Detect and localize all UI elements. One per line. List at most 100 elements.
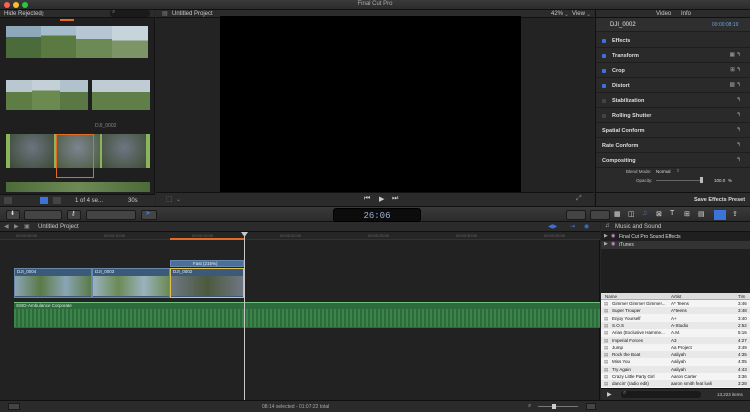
tree-item-sound-effects[interactable]: ▶ ◉ Final Cut Pro Sound Effects bbox=[601, 233, 750, 241]
themes-browser-icon[interactable]: ▤ bbox=[698, 210, 705, 218]
grid-view-icon[interactable] bbox=[53, 197, 61, 204]
track-row[interactable]: ▤ Arias (Exclusive Hamme... A.M. 5:16 bbox=[601, 329, 750, 337]
transform-icon[interactable]: ⬚ bbox=[166, 195, 173, 203]
clip-thumbnail-row[interactable] bbox=[92, 80, 150, 110]
inspector-row-distort[interactable]: Distort ▨ ↰ bbox=[596, 79, 750, 93]
track-row[interactable]: ▤ Rock the Boat Aaliyah 4:35 bbox=[601, 351, 750, 359]
tab-info[interactable]: Info bbox=[681, 11, 691, 17]
viewer-menu-icon[interactable]: ▤ bbox=[162, 10, 168, 17]
tree-item-itunes[interactable]: ▶ ◉ iTunes bbox=[601, 241, 750, 249]
duration-setting[interactable]: 30s bbox=[128, 198, 138, 204]
clip-appearance-button[interactable] bbox=[586, 403, 596, 410]
solo-icon[interactable]: ◉ bbox=[584, 223, 589, 230]
track-row[interactable]: ▤ Gimme! Gimme! Gimme!... A* Teens 3:46 bbox=[601, 300, 750, 307]
track-row[interactable]: ▤ Imperial Forces A3 4:27 bbox=[601, 336, 750, 344]
tab-video[interactable]: Video bbox=[656, 11, 671, 17]
blend-chevron-icon[interactable]: ⇕ bbox=[676, 168, 680, 174]
blend-mode-select[interactable]: Normal bbox=[656, 169, 671, 174]
transitions-browser-icon[interactable]: ⊠ bbox=[656, 210, 662, 218]
filmstrip-view-icon[interactable] bbox=[4, 197, 12, 204]
timeline-clip[interactable]: DJI_0004 bbox=[14, 268, 92, 298]
previous-frame-icon[interactable]: ⏮ bbox=[364, 195, 370, 203]
video-canvas[interactable] bbox=[220, 16, 521, 202]
track-name: S.O.S bbox=[612, 322, 625, 328]
timeline-zoom-slider[interactable] bbox=[538, 406, 578, 407]
list-view-icon[interactable] bbox=[40, 197, 48, 204]
timeline-clip-selected[interactable]: DJI_0002 bbox=[170, 268, 244, 298]
inspector-row-spatial-conform[interactable]: Spatial Conform ↰ bbox=[596, 124, 750, 138]
col-name[interactable]: Name bbox=[605, 294, 617, 299]
retime-button[interactable] bbox=[590, 210, 610, 220]
music-browser-icon[interactable]: ♫ bbox=[642, 210, 647, 217]
import-icon: ⬇ bbox=[10, 211, 16, 217]
track-row[interactable]: ▤ S.O.S A-Studio 2:52 bbox=[601, 321, 750, 329]
clip-thumbnail-row[interactable] bbox=[6, 26, 148, 58]
view-menu[interactable]: View bbox=[572, 11, 585, 17]
photo-browser-icon[interactable]: ◫ bbox=[628, 210, 635, 218]
clip-thumbnail-row[interactable] bbox=[6, 80, 88, 110]
generators-browser-icon[interactable]: ⊞ bbox=[684, 210, 690, 218]
col-artist[interactable]: Artist bbox=[671, 294, 681, 299]
effects-browser-icon[interactable]: ▦ bbox=[614, 210, 621, 218]
browser-search-input[interactable]: ⌕ bbox=[110, 9, 150, 17]
track-row[interactable]: ▤ Crazy Little Party Girl Aaron Carter 3:36 bbox=[601, 373, 750, 380]
enhancements-button[interactable] bbox=[566, 210, 586, 220]
view-chevron-icon[interactable]: ⌄ bbox=[586, 11, 591, 18]
timeline-clip[interactable]: DJI_0003 bbox=[92, 268, 170, 298]
fullscreen-icon[interactable]: ⤢ bbox=[576, 195, 582, 203]
dashboard-timecode[interactable]: 26:06 bbox=[333, 208, 421, 222]
col-time[interactable]: Tim bbox=[738, 294, 745, 299]
inspector-row-crop[interactable]: Crop ⊞ ↰ bbox=[596, 64, 750, 78]
track-row[interactable]: ▤ Jump Aa Project 3:49 bbox=[601, 343, 750, 351]
track-row[interactable]: ▤ Miss You Aaliyah 4:05 bbox=[601, 358, 750, 366]
track-name: Rock the Boat bbox=[612, 352, 641, 358]
save-effects-preset-button[interactable]: Save Effects Preset bbox=[694, 197, 745, 203]
forward-icon[interactable]: ▶ bbox=[14, 223, 19, 230]
share-icon[interactable]: ⇪ bbox=[732, 210, 738, 218]
media-search-input[interactable]: ⌕ bbox=[621, 390, 701, 398]
edit-mode-buttons[interactable] bbox=[86, 210, 136, 220]
track-row[interactable]: ▤ Super Trouper A*teens 3:48 bbox=[601, 307, 750, 315]
playhead[interactable] bbox=[244, 236, 245, 400]
inspector-row-effects[interactable]: Effects bbox=[596, 34, 750, 48]
audio-clip[interactable]: SSID-Ambulance Corporate bbox=[14, 302, 600, 328]
track-artist: aaron smith feat luvli bbox=[671, 381, 713, 387]
inspector-row-rolling-shutter[interactable]: Rolling Shutter ↰ bbox=[596, 109, 750, 123]
clip-thumbnail-row[interactable] bbox=[6, 182, 150, 192]
track-icon: ▤ bbox=[604, 301, 609, 306]
opacity-slider[interactable] bbox=[656, 180, 700, 181]
inspector-row-stabilization[interactable]: Stabilization ↰ bbox=[596, 94, 750, 108]
next-frame-icon[interactable]: ⏭ bbox=[392, 195, 398, 203]
opacity-value[interactable]: 100.0 bbox=[714, 178, 725, 183]
retime-bar[interactable]: Fast (215%) bbox=[170, 260, 244, 267]
track-row[interactable]: ▤ Enjoy Yourself A+ 3:40 bbox=[601, 314, 750, 322]
zoom-slider-thumb[interactable] bbox=[552, 404, 556, 409]
audio-skimming-icon[interactable]: ◀▶ bbox=[548, 223, 557, 230]
track-row[interactable]: ▤ dancin' (radio edit) aaron smith feat lu… bbox=[601, 380, 750, 388]
filter-chevron-icon[interactable]: ⇕ bbox=[40, 11, 45, 18]
keyword-button-group[interactable] bbox=[24, 210, 62, 220]
zoom-level[interactable]: 42% bbox=[551, 11, 563, 17]
snapping-icon[interactable]: ⇥ bbox=[570, 223, 575, 230]
inspector-row-compositing[interactable]: Compositing ↰ bbox=[596, 154, 750, 168]
timeline-index-button[interactable] bbox=[8, 403, 20, 410]
zoom-chevron-icon[interactable]: ⌄ bbox=[564, 11, 569, 18]
play-preview-icon[interactable]: ▶ bbox=[607, 391, 612, 398]
inspector-toggle-button[interactable] bbox=[714, 210, 726, 220]
back-icon[interactable]: ◀ bbox=[4, 223, 9, 230]
track-row[interactable]: ▤ Try Again Aaliyah 4:43 bbox=[601, 365, 750, 373]
inspector-row-transform[interactable]: Transform ▣ ↰ bbox=[596, 49, 750, 63]
sound-effects-icon: ◉ bbox=[611, 233, 616, 239]
play-icon[interactable]: ▶ bbox=[379, 195, 384, 203]
track-icon: ▤ bbox=[604, 374, 609, 379]
filter-menu[interactable]: Hide Rejected bbox=[4, 11, 42, 17]
track-icon: ▤ bbox=[604, 315, 609, 321]
track-name: Gimme! Gimme! Gimme!... bbox=[612, 301, 666, 306]
timeline-ruler[interactable]: 00:00:05:00 00:00:10:00 00:00:15:00 00:0… bbox=[0, 232, 600, 240]
inspector-row-rate-conform[interactable]: Rate Conform ↰ bbox=[596, 139, 750, 153]
event-browser: Hide Rejected ⇕ ⌕ DJI_0002 1 of 4 se... … bbox=[0, 9, 155, 206]
titles-browser-icon[interactable]: T bbox=[670, 210, 674, 217]
transform-chevron-icon[interactable]: ⌄ bbox=[176, 196, 181, 203]
opacity-slider-thumb[interactable] bbox=[700, 177, 703, 183]
audio-waveform bbox=[14, 309, 600, 327]
